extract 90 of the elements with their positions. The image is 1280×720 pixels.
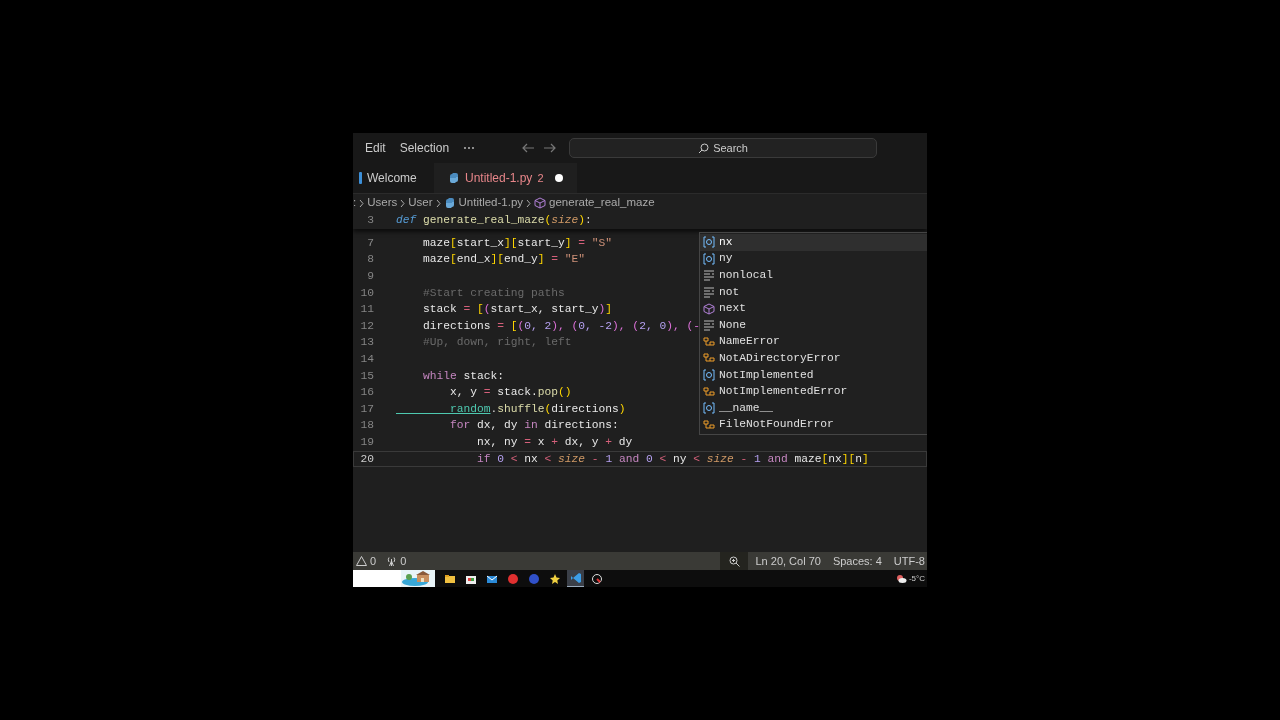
variable-icon [703, 252, 715, 265]
suggestion-item[interactable]: nonlocal [700, 267, 927, 284]
code-line: directions = [(0, 2), (0, -2), (2, 0), (- [422, 318, 700, 334]
back-arrow-icon[interactable] [521, 143, 536, 153]
editor-logo-icon [359, 172, 362, 184]
breadcrumb-item[interactable]: User [408, 194, 433, 212]
suggestion-item[interactable]: __name__ [700, 399, 927, 417]
breadcrumb-item[interactable]: Users [367, 194, 398, 212]
warning-icon [356, 556, 367, 566]
code-line: nx, ny = x + dx, y + dy [476, 435, 633, 450]
line-number: 16 [359, 385, 375, 401]
round-app-icon [506, 572, 519, 585]
code-line: stack = [(start_x, start_y)] [422, 302, 613, 318]
line-number: 18 [359, 418, 375, 434]
antenna-icon [386, 556, 398, 566]
variable-icon [703, 402, 715, 415]
cube-icon [703, 302, 715, 315]
chevron-icon [400, 198, 406, 208]
star-icon [548, 572, 561, 585]
round-app-icon [527, 572, 540, 585]
suggestion-item[interactable]: None [700, 316, 927, 334]
class-icon [703, 352, 715, 365]
code-line: #Up, down, right, left [422, 335, 572, 351]
code-line: random.shuffle(directions) [449, 401, 626, 417]
menu-item[interactable]: Selection [393, 139, 456, 157]
suggestion-item[interactable]: NameError [700, 333, 927, 351]
code-editor-icon [569, 572, 582, 584]
line-number: 9 [366, 269, 375, 285]
line-number: 11 [359, 302, 375, 318]
class-icon [703, 418, 715, 431]
menu-item[interactable]: Edit [359, 139, 392, 157]
chevron-icon [526, 198, 532, 208]
ports-indicator[interactable]: 0 [386, 552, 407, 570]
warnings-indicator[interactable]: 0 [356, 552, 377, 570]
code-line: maze[end_x][end_y] = "E" [422, 252, 586, 268]
code-line: x, y = stack.pop() [449, 385, 572, 401]
weather-icon[interactable] [895, 573, 907, 584]
encoding-setting[interactable]: UTF-8 [893, 552, 925, 570]
cursor-position[interactable]: Ln 20, Col 70 [755, 552, 821, 570]
line-number: 14 [359, 352, 375, 367]
editor-tab[interactable]: Untitled-1.py 2 [434, 163, 577, 193]
breadcrumb-item[interactable]: : [353, 194, 357, 212]
suggestion-item[interactable]: nx [700, 234, 927, 251]
line-number: 19 [359, 435, 375, 450]
line-number: 3 [366, 213, 375, 229]
line-number: 15 [359, 368, 375, 384]
suggestion-item[interactable]: NotImplemented [700, 366, 927, 384]
variable-icon [703, 369, 715, 382]
class-icon [703, 335, 715, 348]
chevron-icon [435, 198, 441, 208]
more-menu-button[interactable]: ⋯ [457, 139, 482, 157]
breadcrumb-item[interactable]: Untitled-1.py [443, 194, 524, 212]
line-number: 8 [366, 252, 375, 268]
variable-icon [703, 236, 715, 249]
line-number: 7 [366, 235, 375, 251]
line-number: 12 [359, 318, 375, 334]
keyword-icon [703, 269, 715, 282]
folder-icon [443, 572, 456, 585]
suggestion-item[interactable]: FileNotFoundError [700, 416, 927, 434]
search-field[interactable]: Search [569, 138, 878, 158]
weather-temperature[interactable]: -5°C [908, 572, 925, 585]
chevron-icon [359, 198, 365, 208]
code-line: while stack: [422, 368, 505, 384]
python-file-icon [443, 197, 456, 209]
gauge-icon [590, 572, 603, 585]
line-number: 20 [359, 451, 375, 467]
search-icon [698, 142, 710, 154]
code-line: def generate_real_maze(size): [396, 213, 592, 229]
forward-arrow-icon[interactable] [543, 143, 558, 153]
code-line: for dx, dy in directions: [449, 418, 619, 434]
suggestion-item[interactable]: not [700, 283, 927, 301]
zoom-icon[interactable] [728, 555, 740, 567]
line-number: 17 [359, 401, 375, 417]
suggestion-item[interactable]: NotImplementedError [700, 383, 927, 400]
suggestion-item[interactable]: next [700, 300, 927, 317]
breadcrumb-item[interactable]: generate_real_maze [534, 194, 655, 212]
taskbar-search-box[interactable] [353, 570, 435, 587]
indentation-setting[interactable]: Spaces: 4 [832, 552, 882, 570]
suggestion-item[interactable]: ny [700, 250, 927, 268]
code-line: maze[start_x][start_y] = "S" [422, 235, 613, 251]
keyword-icon [703, 286, 715, 299]
suggestion-item[interactable]: NotADirectoryError [700, 350, 927, 367]
class-icon [703, 385, 715, 398]
code-line: if 0 < nx < size - 1 and 0 < ny < size - 1 and maze[nx][n] [476, 451, 869, 467]
line-number: 10 [359, 285, 375, 301]
code-line: #Start creating paths [422, 285, 565, 301]
python-file-icon [448, 172, 460, 184]
keyword-icon [703, 319, 715, 332]
cube-icon [534, 197, 547, 209]
line-number: 13 [359, 335, 375, 351]
